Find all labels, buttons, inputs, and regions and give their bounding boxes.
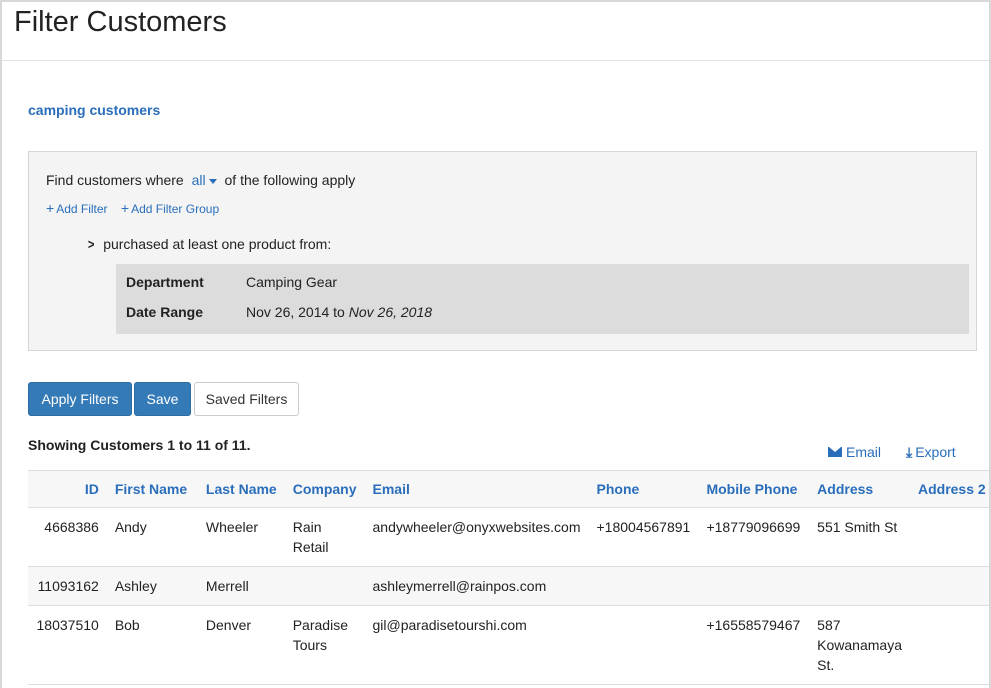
add-links: + Add Filter + Add Filter Group bbox=[46, 200, 229, 216]
find-suffix: of the following apply bbox=[224, 172, 356, 188]
cell-id: 11093162 bbox=[28, 566, 107, 606]
cell-last-name: Denver bbox=[197, 605, 285, 685]
caret-down-icon bbox=[208, 178, 217, 184]
condition-text: purchased at least one product from: bbox=[103, 236, 332, 252]
cell-address-2 bbox=[909, 605, 989, 685]
cell-last-name: Wheeler bbox=[197, 507, 285, 567]
add-filter-group-link[interactable]: + Add Filter Group bbox=[120, 200, 220, 216]
filter-panel: Find customers where all of the followin… bbox=[28, 151, 977, 351]
page-frame: Filter Customers camping customers Find … bbox=[0, 0, 991, 688]
email-action-label: Email bbox=[846, 444, 882, 460]
cell-address: 551 Smith St bbox=[809, 507, 910, 567]
cell-company: Paradise Tours bbox=[284, 605, 365, 685]
column-header-last-name[interactable]: Last Name bbox=[197, 470, 285, 508]
match-mode-label: all bbox=[191, 172, 206, 188]
cell-mobile-phone: +18779096699 bbox=[698, 507, 810, 567]
cell-mobile-phone bbox=[698, 566, 810, 606]
cell-email: ashleymerrell@rainpos.com bbox=[364, 566, 589, 606]
plus-icon: + bbox=[120, 200, 130, 216]
cell-address bbox=[809, 566, 910, 606]
company-line: Rain bbox=[292, 519, 322, 535]
table-row[interactable]: 4668386 Andy Wheeler Rain Retail andywhee… bbox=[28, 507, 989, 567]
saved-filters-button[interactable]: Saved Filters bbox=[194, 382, 299, 416]
column-header-mobile-phone[interactable]: Mobile Phone bbox=[698, 470, 810, 508]
column-header-first-name[interactable]: First Name bbox=[106, 470, 198, 508]
cell-mobile-phone: +16558579467 bbox=[698, 605, 810, 685]
plus-icon: + bbox=[46, 200, 55, 216]
cell-address-2 bbox=[909, 566, 989, 606]
table-row[interactable]: 18037510 Bob Denver Paradise Tours gil@pa… bbox=[28, 605, 989, 685]
department-label: Department bbox=[126, 274, 204, 290]
table-header-row: ID First Name Last Name Company Email Ph… bbox=[28, 470, 989, 508]
cell-email: andywheeler@onyxwebsites.com bbox=[364, 507, 589, 567]
results-summary: Showing Customers 1 to 11 of 11. bbox=[28, 437, 251, 453]
find-row: Find customers where all of the followin… bbox=[46, 172, 355, 188]
filter-name-link[interactable]: camping customers bbox=[28, 102, 160, 118]
date-to: Nov 26, 2018 bbox=[348, 304, 433, 320]
envelope-icon bbox=[828, 447, 842, 458]
company-line: Paradise bbox=[292, 617, 348, 633]
company-line: Tours bbox=[292, 637, 327, 653]
column-header-company[interactable]: Company bbox=[284, 470, 365, 508]
table-row[interactable]: 11093162 Ashley Merrell ashleymerrell@ra… bbox=[28, 566, 989, 606]
export-action[interactable]: ⤓ Export bbox=[906, 444, 956, 461]
download-icon: ⤓ bbox=[906, 444, 913, 460]
cell-phone: +18004567891 bbox=[588, 507, 699, 567]
address-line: Kowanamaya bbox=[817, 637, 902, 653]
condition-details: Department Camping Gear Date Range Nov 2… bbox=[116, 264, 969, 334]
column-header-address-2[interactable]: Address 2 bbox=[909, 470, 989, 508]
match-mode-dropdown[interactable]: all bbox=[192, 172, 217, 188]
apply-filters-button[interactable]: Apply Filters bbox=[28, 382, 132, 416]
title-divider bbox=[2, 60, 989, 61]
address-line: St. bbox=[817, 657, 835, 673]
add-filter-label: Add Filter bbox=[56, 202, 108, 216]
company-line: Retail bbox=[292, 539, 329, 555]
cell-address-2 bbox=[909, 507, 989, 567]
cell-company: Rain Retail bbox=[284, 507, 365, 567]
address-line: 587 bbox=[817, 617, 841, 633]
find-prefix: Find customers where bbox=[46, 172, 184, 188]
column-header-email[interactable]: Email bbox=[364, 470, 589, 508]
date-range-label: Date Range bbox=[126, 304, 204, 320]
cell-id: 18037510 bbox=[28, 605, 107, 685]
date-from: Nov 26, 2014 to bbox=[246, 304, 345, 320]
cell-company bbox=[284, 566, 365, 606]
column-header-address[interactable]: Address bbox=[809, 470, 910, 508]
save-button[interactable]: Save bbox=[134, 382, 191, 416]
export-action-label: Export bbox=[915, 444, 956, 460]
date-range-value: Nov 26, 2014 to Nov 26, 2018 bbox=[246, 304, 432, 320]
cell-phone bbox=[588, 566, 699, 606]
cell-first-name: Ashley bbox=[106, 566, 198, 606]
column-header-id[interactable]: ID bbox=[28, 470, 107, 508]
customers-table: ID First Name Last Name Company Email Ph… bbox=[28, 470, 989, 685]
cell-address: 587 Kowanamaya St. bbox=[809, 605, 910, 685]
add-filter-group-label: Add Filter Group bbox=[131, 202, 220, 216]
add-filter-link[interactable]: + Add Filter bbox=[46, 200, 108, 216]
cell-last-name: Merrell bbox=[197, 566, 285, 606]
cell-phone bbox=[588, 605, 699, 685]
email-action[interactable]: Email bbox=[828, 444, 881, 460]
page-title: Filter Customers bbox=[14, 6, 227, 38]
department-value: Camping Gear bbox=[246, 274, 338, 290]
cell-id: 4668386 bbox=[28, 507, 107, 567]
chevron-right-icon[interactable]: > bbox=[88, 236, 95, 252]
cell-email: gil@paradisetourshi.com bbox=[364, 605, 589, 685]
filter-condition: > purchased at least one product from: bbox=[87, 236, 331, 252]
column-header-phone[interactable]: Phone bbox=[588, 470, 699, 508]
cell-first-name: Bob bbox=[106, 605, 198, 685]
cell-first-name: Andy bbox=[106, 507, 198, 567]
